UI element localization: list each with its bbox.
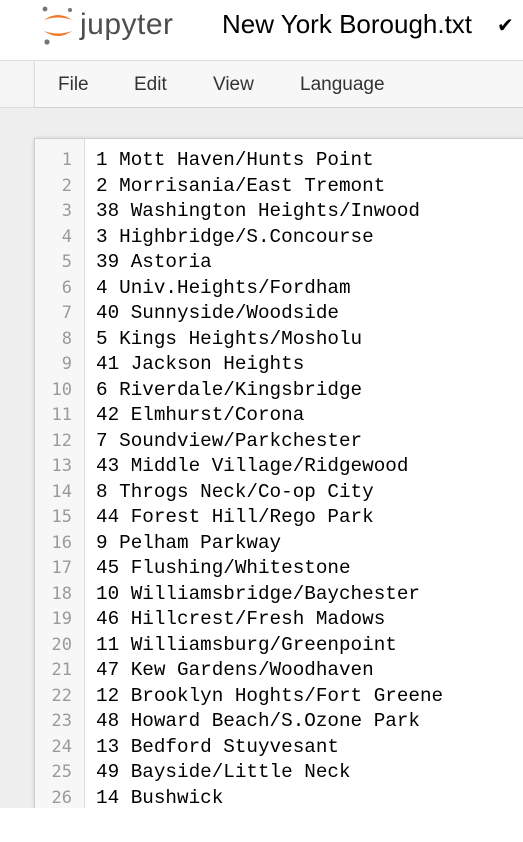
line-text[interactable]: 3 Highbridge/S.Concourse	[96, 225, 374, 251]
line-text[interactable]: 39 Astoria	[96, 250, 212, 276]
editor-line[interactable]: 9 41 Jackson Heights	[35, 352, 523, 378]
editor-line[interactable]: 25 49 Bayside/Little Neck	[35, 760, 523, 786]
line-number: 13	[51, 456, 72, 476]
line-text[interactable]: 14 Bushwick	[96, 786, 223, 810]
line-text[interactable]: 41 Jackson Heights	[96, 352, 304, 378]
line-number: 7	[61, 303, 72, 323]
editor-line[interactable]: 16 9 Pelham Parkway	[35, 531, 523, 557]
editor-line[interactable]: 2 2 Morrisania/East Tremont	[35, 174, 523, 200]
line-text[interactable]: 48 Howard Beach/S.Ozone Park	[96, 709, 420, 735]
editor-line[interactable]: 13 43 Middle Village/Ridgewood	[35, 454, 523, 480]
line-text[interactable]: 43 Middle Village/Ridgewood	[96, 454, 408, 480]
line-number: 26	[51, 787, 72, 808]
line-text[interactable]: 10 Williamsbridge/Baychester	[96, 582, 420, 608]
line-number: 4	[61, 226, 72, 247]
line-number: 15	[51, 507, 72, 527]
menu-view[interactable]: View	[213, 61, 254, 107]
line-number: 9	[61, 354, 72, 374]
line-text[interactable]: 38 Washington Heights/Inwood	[96, 199, 420, 225]
editor-line[interactable]: 10 6 Riverdale/Kingsbridge	[35, 378, 523, 404]
line-text[interactable]: 9 Pelham Parkway	[96, 531, 281, 557]
editor-line[interactable]: 1 1 Mott Haven/Hunts Point	[35, 148, 523, 174]
line-text[interactable]: 44 Forest Hill/Rego Park	[96, 505, 374, 531]
editor-line[interactable]: 23 48 Howard Beach/S.Ozone Park	[35, 709, 523, 735]
line-text[interactable]: 8 Throgs Neck/Co-op City	[96, 480, 374, 506]
line-text[interactable]: 1 Mott Haven/Hunts Point	[96, 148, 374, 174]
line-number: 1	[61, 150, 72, 170]
editor-line[interactable]: 24 13 Bedford Stuyvesant	[35, 735, 523, 761]
editor-line[interactable]: 22 12 Brooklyn Hoghts/Fort Greene	[35, 684, 523, 710]
menu-edit[interactable]: Edit	[134, 61, 167, 107]
editor-line[interactable]: 18 10 Williamsbridge/Baychester	[35, 582, 523, 608]
editor-line[interactable]: 12 7 Soundview/Parkchester	[35, 429, 523, 455]
menu-language[interactable]: Language	[300, 61, 385, 107]
line-number: 11	[51, 405, 72, 425]
editor-line[interactable]: 8 5 Kings Heights/Mosholu	[35, 327, 523, 353]
line-number: 20	[51, 634, 72, 655]
line-number: 21	[51, 660, 72, 680]
menu-file[interactable]: File	[58, 61, 89, 107]
editor-line[interactable]: 15 44 Forest Hill/Rego Park	[35, 505, 523, 531]
line-text[interactable]: 2 Morrisania/East Tremont	[96, 174, 385, 200]
line-text[interactable]: 6 Riverdale/Kingsbridge	[96, 378, 362, 404]
line-number: 16	[51, 532, 72, 553]
editor-line[interactable]: 14 8 Throgs Neck/Co-op City	[35, 480, 523, 506]
line-number: 5	[61, 252, 72, 272]
line-text[interactable]: 5 Kings Heights/Mosholu	[96, 327, 362, 353]
line-number: 19	[51, 609, 72, 629]
line-text[interactable]: 47 Kew Gardens/Woodhaven	[96, 658, 374, 684]
line-number: 10	[51, 379, 72, 400]
editor-line[interactable]: 20 11 Williamsburg/Greenpoint	[35, 633, 523, 659]
document-title[interactable]: New York Borough.txt	[222, 6, 472, 42]
line-text[interactable]: 40 Sunnyside/Woodside	[96, 301, 339, 327]
text-editor[interactable]: 1 1 Mott Haven/Hunts Point 2 2 Morrisania/E…	[34, 138, 523, 809]
menu-bar-inner: File Edit View Language	[34, 61, 523, 107]
editor-lines: 1 1 Mott Haven/Hunts Point 2 2 Morrisania/E…	[35, 148, 523, 809]
line-text[interactable]: 13 Bedford Stuyvesant	[96, 735, 339, 761]
editor-line[interactable]: 17 45 Flushing/Whitestone	[35, 556, 523, 582]
line-text[interactable]: 45 Flushing/Whitestone	[96, 556, 351, 582]
line-number: 22	[51, 685, 72, 706]
line-text[interactable]: 46 Hillcrest/Fresh Madows	[96, 607, 385, 633]
line-text[interactable]: 12 Brooklyn Hoghts/Fort Greene	[96, 684, 443, 710]
checkmark-icon: ✔	[497, 15, 514, 37]
jupyter-logo[interactable]: jupyter	[40, 4, 174, 46]
editor-line[interactable]: 5 39 Astoria	[35, 250, 523, 276]
line-text[interactable]: 11 Williamsburg/Greenpoint	[96, 633, 397, 659]
line-text[interactable]: 4 Univ.Heights/Fordham	[96, 276, 351, 302]
editor-line[interactable]: 19 46 Hillcrest/Fresh Madows	[35, 607, 523, 633]
line-number: 25	[51, 762, 72, 782]
editor-line[interactable]: 6 4 Univ.Heights/Fordham	[35, 276, 523, 302]
line-number: 2	[61, 175, 72, 196]
line-text[interactable]: 7 Soundview/Parkchester	[96, 429, 362, 455]
page-bottom	[0, 808, 523, 842]
work-area: 1 1 Mott Haven/Hunts Point 2 2 Morrisania/E…	[0, 108, 523, 809]
line-number: 6	[61, 277, 72, 298]
line-text[interactable]: 49 Bayside/Little Neck	[96, 760, 351, 786]
editor-line[interactable]: 7 40 Sunnyside/Woodside	[35, 301, 523, 327]
editor-line[interactable]: 3 38 Washington Heights/Inwood	[35, 199, 523, 225]
editor-line[interactable]: 4 3 Highbridge/S.Concourse	[35, 225, 523, 251]
jupyter-logo-icon	[42, 6, 72, 45]
line-number: 8	[61, 328, 72, 349]
logo-text: jupyter	[80, 8, 174, 41]
menu-bar: File Edit View Language	[0, 60, 523, 108]
line-number: 23	[51, 711, 72, 731]
editor-line[interactable]: 21 47 Kew Gardens/Woodhaven	[35, 658, 523, 684]
line-number: 14	[51, 481, 72, 502]
line-number: 12	[51, 430, 72, 451]
line-number: 17	[51, 558, 72, 578]
line-number: 3	[61, 201, 72, 221]
editor-line[interactable]: 11 42 Elmhurst/Corona	[35, 403, 523, 429]
header: jupyter New York Borough.txt ✔	[0, 0, 523, 60]
line-text[interactable]: 42 Elmhurst/Corona	[96, 403, 304, 429]
line-number: 18	[51, 583, 72, 604]
editor-line[interactable]: 26 14 Bushwick	[35, 786, 523, 810]
line-number: 24	[51, 736, 72, 757]
